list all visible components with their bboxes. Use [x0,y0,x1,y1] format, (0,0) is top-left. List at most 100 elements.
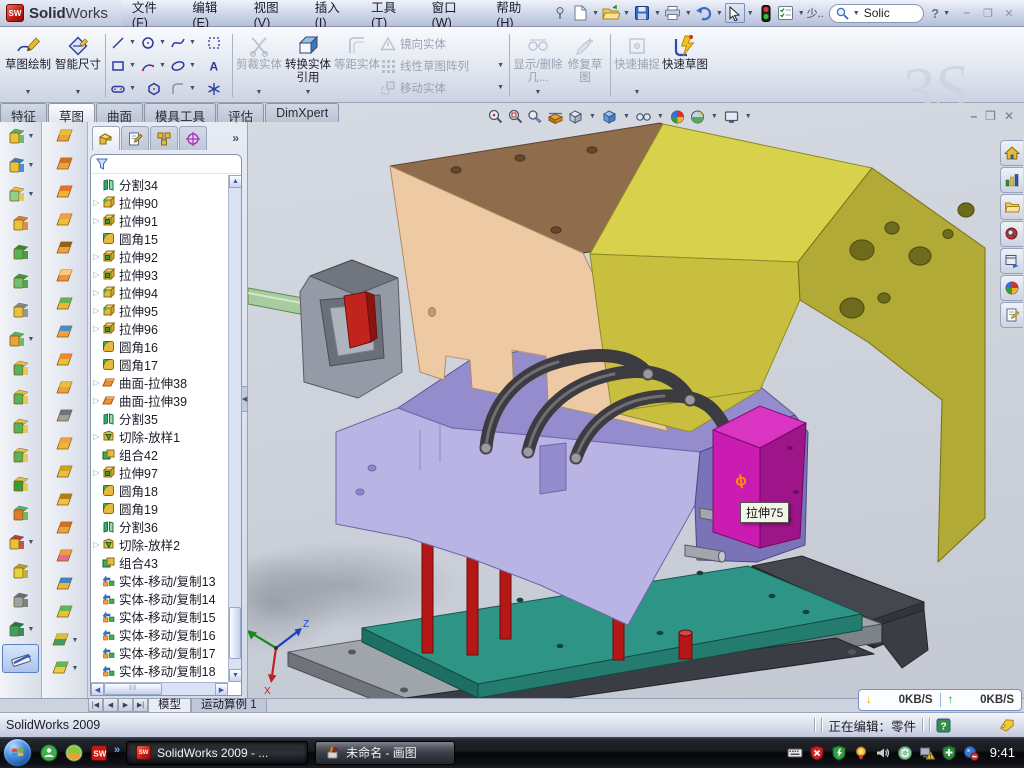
compare-parts-icon[interactable] [0,412,41,441]
tree-item[interactable]: ▷ 曲面-拉伸39 [91,391,228,409]
expand-arrow-icon[interactable]: ▷ [91,324,102,333]
menu-item-0[interactable]: 文件(F) [122,0,182,30]
rebuild-icon[interactable] [756,3,776,23]
quick-launch-overflow-icon[interactable]: » [114,744,120,756]
tree-item[interactable]: 实体-移动/复制14 [91,589,228,607]
magenta-insert-block[interactable]: ϕ [713,406,806,548]
point-tool[interactable] [199,77,229,100]
nav-first-button[interactable]: |◀ [88,699,103,712]
quick-snaps-button[interactable]: 快速捕捉 ▼ [614,30,660,101]
text-tool[interactable]: A [199,54,229,77]
instant3d-icon[interactable] [0,296,41,325]
select-caret-icon[interactable]: ▼ [747,10,754,17]
spline-tool[interactable]: ▼ [169,31,199,54]
apply-scene-icon[interactable] [689,108,706,125]
messenger-icon[interactable] [40,744,58,762]
move-copy-bodies-icon[interactable] [0,499,41,528]
panel-splitter-arrow[interactable]: ◀ [241,386,248,412]
expand-arrow-icon[interactable]: ▷ [91,252,102,261]
display-delete-caret-icon[interactable]: ▼ [535,86,542,99]
pin-icon[interactable] [550,3,570,23]
print-caret-icon[interactable]: ▼ [685,10,692,17]
planar-surface-icon[interactable] [42,290,87,318]
tree-item[interactable]: 实体-移动/复制15 [91,607,228,625]
start-button[interactable] [3,738,32,767]
linear-pattern-button[interactable]: 线性草图阵列 ▼ [380,56,506,76]
expand-arrow-icon[interactable]: ▷ [91,270,102,279]
restore-button[interactable]: ❐ [979,6,997,21]
nav-last-button[interactable]: ▶| [133,699,148,712]
expand-arrow-icon[interactable]: ▷ [91,540,102,549]
display-style-icon[interactable] [601,108,618,125]
sketch-button[interactable]: 草图绘制 ▼ [2,30,54,101]
new-caret-icon[interactable]: ▼ [592,10,599,17]
freeform-icon[interactable] [42,318,87,346]
view-orientation-icon[interactable] [567,108,584,125]
search-input[interactable]: ▼ Solic [829,4,924,23]
revolved-surface-icon[interactable] [42,150,87,178]
hide-show-items-icon-caret[interactable]: ▼ [657,113,664,120]
line-tool[interactable]: ▼ [109,31,139,54]
move-entities-button[interactable]: 移动实体 ▼ [380,78,506,98]
display-delete-relations-button[interactable]: 显示/删除几... ▼ [513,30,563,101]
open-icon[interactable] [601,3,621,23]
convert-entities-button[interactable]: 转换实体引用 ▼ [282,30,334,101]
menu-item-2[interactable]: 视图(V) [244,0,305,30]
vertical-scroll-thumb[interactable] [229,607,241,659]
tree-item[interactable]: 分割34 [91,175,228,193]
command-tab-5[interactable]: DimXpert [265,103,339,122]
tree-item[interactable]: 圆角15 [91,229,228,247]
expand-arrow-icon[interactable]: ▷ [91,468,102,477]
view-settings-icon[interactable] [723,108,740,125]
tree-item[interactable]: 实体-移动/复制17 [91,643,228,661]
nav-next-button[interactable]: ▶ [118,699,133,712]
badge-icon[interactable] [853,744,870,761]
antivirus-ball-icon[interactable] [65,744,83,762]
select-box-tool[interactable] [199,31,229,54]
command-tab-2[interactable]: 曲面 [96,103,143,122]
help-caret-icon[interactable]: ▼ [943,10,950,17]
status-help-icon[interactable]: ? [936,718,951,733]
save-icon[interactable] [632,3,652,23]
view-settings-icon-caret[interactable]: ▼ [745,113,752,120]
tree-item[interactable]: ▷ 曲面-拉伸38 [91,373,228,391]
doc-minimize-button[interactable]: – [970,109,977,123]
corner-round-icon[interactable] [42,598,87,626]
measure-tool-icon[interactable] [2,644,39,673]
tree-item[interactable]: 圆角18 [91,481,228,499]
command-tab-1[interactable]: 草图 [48,103,95,122]
command-tab-3[interactable]: 模具工具 [144,103,216,122]
menu-item-1[interactable]: 编辑(E) [182,0,243,30]
file-explorer-tab[interactable] [1000,194,1023,220]
guide-bushing[interactable] [679,630,692,659]
shield-flash-icon[interactable] [831,744,848,761]
tree-item[interactable]: ▷ 拉伸91 [91,211,228,229]
display-style-icon-caret[interactable]: ▼ [623,113,630,120]
apply-scene-icon-caret[interactable]: ▼ [711,113,718,120]
spline-tool-icon[interactable]: ▼ [0,615,41,644]
taskbar-clock[interactable]: 9:41 [990,745,1015,760]
scroll-right-button[interactable]: ▶ [215,683,228,696]
flag-tool-icon[interactable] [42,542,87,570]
undo-icon[interactable] [694,3,714,23]
close-button[interactable]: ✕ [1000,6,1018,21]
swept-surface-icon[interactable] [42,122,87,150]
tree-item[interactable]: ▷ 拉伸94 [91,283,228,301]
tree-item[interactable]: ▷ 拉伸90 [91,193,228,211]
panel-expand-chevron[interactable]: » [232,131,245,145]
view-palette-tab[interactable] [1000,248,1023,274]
quick-sketch-button[interactable]: 快速草图 [660,30,710,101]
keyboard-icon[interactable] [787,744,804,761]
filled-surface-icon[interactable] [42,234,87,262]
expand-arrow-icon[interactable]: ▷ [91,288,102,297]
nav-prev-button[interactable]: ◀ [103,699,118,712]
insert-mold-base-icon[interactable]: ▼ [0,151,41,180]
scroll-down-button[interactable]: ▼ [229,669,242,682]
gray-clamp-block[interactable] [300,260,402,398]
scroll-up-button[interactable]: ▲ [229,175,242,188]
ellipse-tool[interactable]: ▼ [169,54,199,77]
tree-item[interactable]: 圆角17 [91,355,228,373]
open-caret-icon[interactable]: ▼ [623,10,630,17]
custom-properties-tab[interactable] [1000,302,1023,328]
tree-item[interactable]: ▷ 拉伸97 [91,463,228,481]
